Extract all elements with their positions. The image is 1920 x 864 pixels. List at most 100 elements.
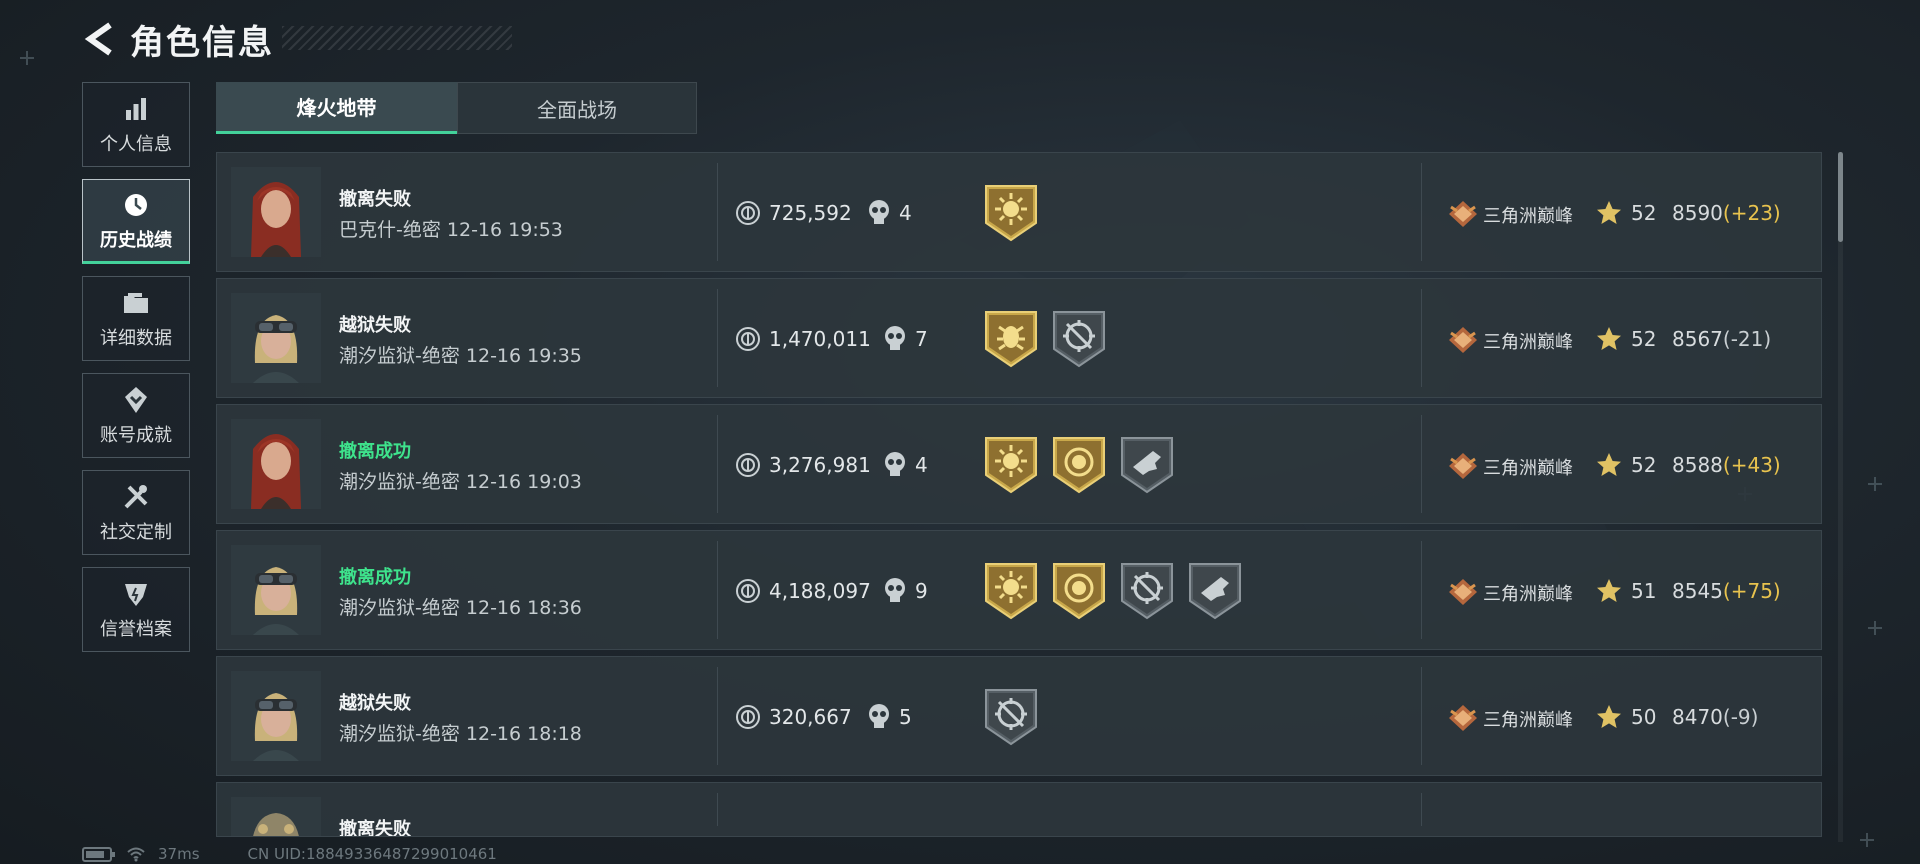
coin-icon xyxy=(735,452,761,478)
bar-chart-icon xyxy=(126,97,146,120)
sidebar-item-history[interactable]: 历史战绩 xyxy=(82,179,190,264)
match-map-time: 潮汐监狱-绝密 12-16 18:36 xyxy=(339,597,582,619)
scrollbar-track[interactable] xyxy=(1838,152,1843,842)
crosshair-badge-icon[interactable] xyxy=(1119,561,1175,621)
match-row[interactable]: 撤离失败 xyxy=(216,782,1822,837)
rank-score: 8590(+23) xyxy=(1672,201,1781,225)
sidebar-item-detailed-data[interactable]: 详细数据 xyxy=(82,276,190,361)
bug-badge-icon[interactable] xyxy=(983,309,1039,369)
kill-count: 9 xyxy=(915,579,928,603)
operator-avatar xyxy=(231,167,321,257)
tools-icon xyxy=(124,484,148,508)
score-value: 8588 xyxy=(1672,453,1723,477)
match-result: 撤离成功 xyxy=(339,567,411,588)
wifi-icon xyxy=(127,847,145,862)
match-row[interactable]: 越狱失败 潮汐监狱-绝密 12-16 19:35 1,470,011 7 三角洲… xyxy=(216,278,1822,398)
rank-score: 8588(+43) xyxy=(1672,453,1781,477)
crosshair-badge-icon[interactable] xyxy=(1051,309,1107,369)
sidebar-nav: 个人信息 历史战绩 详细数据 账号成就 社交定制 信誉档案 xyxy=(82,82,192,664)
rank-name: 三角洲巅峰 xyxy=(1483,584,1573,605)
back-arrow-icon[interactable] xyxy=(82,19,116,59)
match-row[interactable]: 撤离成功 潮汐监狱-绝密 12-16 19:03 3,276,981 4 三角洲… xyxy=(216,404,1822,524)
sun-badge-icon[interactable] xyxy=(983,435,1039,495)
tab-hazard-zone[interactable]: 烽火地带 xyxy=(216,82,457,134)
player-level: 51 xyxy=(1631,579,1657,603)
column-divider xyxy=(1421,541,1422,639)
page-header: 角色信息 xyxy=(82,14,512,64)
kill-count: 4 xyxy=(899,201,912,225)
mode-tabs: 烽火地带 全面战场 xyxy=(216,82,697,134)
crosshair-badge-icon[interactable] xyxy=(983,687,1039,747)
operator-avatar xyxy=(231,545,321,635)
match-map-time: 巴克什-绝密 12-16 19:53 xyxy=(339,219,563,241)
scrollbar-thumb[interactable] xyxy=(1838,152,1843,242)
column-divider xyxy=(717,163,718,261)
score-delta: (-21) xyxy=(1722,327,1772,351)
operator-avatar xyxy=(231,419,321,509)
match-row[interactable]: 撤离成功 潮汐监狱-绝密 12-16 18:36 4,188,097 9 三角洲… xyxy=(216,530,1822,650)
sun-badge-icon[interactable] xyxy=(983,561,1039,621)
sidebar-item-label: 详细数据 xyxy=(100,327,172,349)
sidebar-item-label: 账号成就 xyxy=(100,424,172,446)
match-row[interactable]: 撤离失败 巴克什-绝密 12-16 19:53 725,592 4 三角洲巅峰 … xyxy=(216,152,1822,272)
coin-badge-icon[interactable] xyxy=(1051,435,1107,495)
star-icon xyxy=(1595,577,1623,605)
match-result: 越狱失败 xyxy=(339,693,411,714)
sidebar-item-credit-file[interactable]: 信誉档案 xyxy=(82,567,190,652)
match-map-time: 潮汐监狱-绝密 12-16 18:18 xyxy=(339,723,582,745)
page-title: 角色信息 xyxy=(130,22,274,63)
star-icon xyxy=(1595,451,1623,479)
shield-icon xyxy=(125,583,147,606)
column-divider xyxy=(1421,793,1422,826)
folder-icon xyxy=(124,292,148,313)
rank-name: 三角洲巅峰 xyxy=(1483,458,1573,479)
sidebar-item-achievements[interactable]: 账号成就 xyxy=(82,373,190,458)
rank-score: 8545(+75) xyxy=(1672,579,1781,603)
coin-icon xyxy=(735,578,761,604)
sidebar-item-personal-info[interactable]: 个人信息 xyxy=(82,82,190,167)
sidebar-item-social[interactable]: 社交定制 xyxy=(82,470,190,555)
match-map-time: 潮汐监狱-绝密 12-16 19:35 xyxy=(339,345,582,367)
rank-icon xyxy=(1447,199,1479,229)
match-result: 撤离失败 xyxy=(339,189,411,210)
tab-all-out-war[interactable]: 全面战场 xyxy=(457,82,697,134)
extracted-value: 4,188,097 xyxy=(769,579,871,603)
sun-badge-icon[interactable] xyxy=(983,183,1039,243)
title-hatch-decoration xyxy=(282,26,512,50)
player-level: 52 xyxy=(1631,327,1657,351)
ping-readout: 37ms xyxy=(158,845,200,863)
score-delta: (-9) xyxy=(1722,705,1759,729)
operator-avatar xyxy=(231,797,321,837)
achievement-icon xyxy=(125,386,147,413)
kill-count: 7 xyxy=(915,327,928,351)
sidebar-item-label: 历史战绩 xyxy=(100,229,172,251)
match-result: 撤离失败 xyxy=(339,819,411,837)
star-icon xyxy=(1595,325,1623,353)
column-divider xyxy=(717,793,718,826)
coin-icon xyxy=(735,200,761,226)
column-divider xyxy=(1421,667,1422,765)
skull-icon xyxy=(867,199,891,227)
rank-score: 8470(-9) xyxy=(1672,705,1758,729)
match-result: 撤离成功 xyxy=(339,441,411,462)
column-divider xyxy=(717,667,718,765)
column-divider xyxy=(717,415,718,513)
coin-icon xyxy=(735,326,761,352)
extracted-value: 320,667 xyxy=(769,705,852,729)
extracted-value: 3,276,981 xyxy=(769,453,871,477)
column-divider xyxy=(717,541,718,639)
gun-badge-icon[interactable] xyxy=(1187,561,1243,621)
rank-name: 三角洲巅峰 xyxy=(1483,710,1573,731)
player-level: 52 xyxy=(1631,201,1657,225)
gun-badge-icon[interactable] xyxy=(1119,435,1175,495)
coin-badge-icon[interactable] xyxy=(1051,561,1107,621)
skull-icon xyxy=(883,325,907,353)
match-row[interactable]: 越狱失败 潮汐监狱-绝密 12-16 18:18 320,667 5 三角洲巅峰… xyxy=(216,656,1822,776)
column-divider xyxy=(1421,163,1422,261)
uid-label: CN UID:18849336487299010461 xyxy=(247,845,497,863)
sidebar-item-label: 信誉档案 xyxy=(100,618,172,640)
status-footer: 37ms CN UID:18849336487299010461 xyxy=(82,844,497,864)
operator-avatar xyxy=(231,293,321,383)
rank-icon xyxy=(1447,451,1479,481)
player-level: 50 xyxy=(1631,705,1657,729)
